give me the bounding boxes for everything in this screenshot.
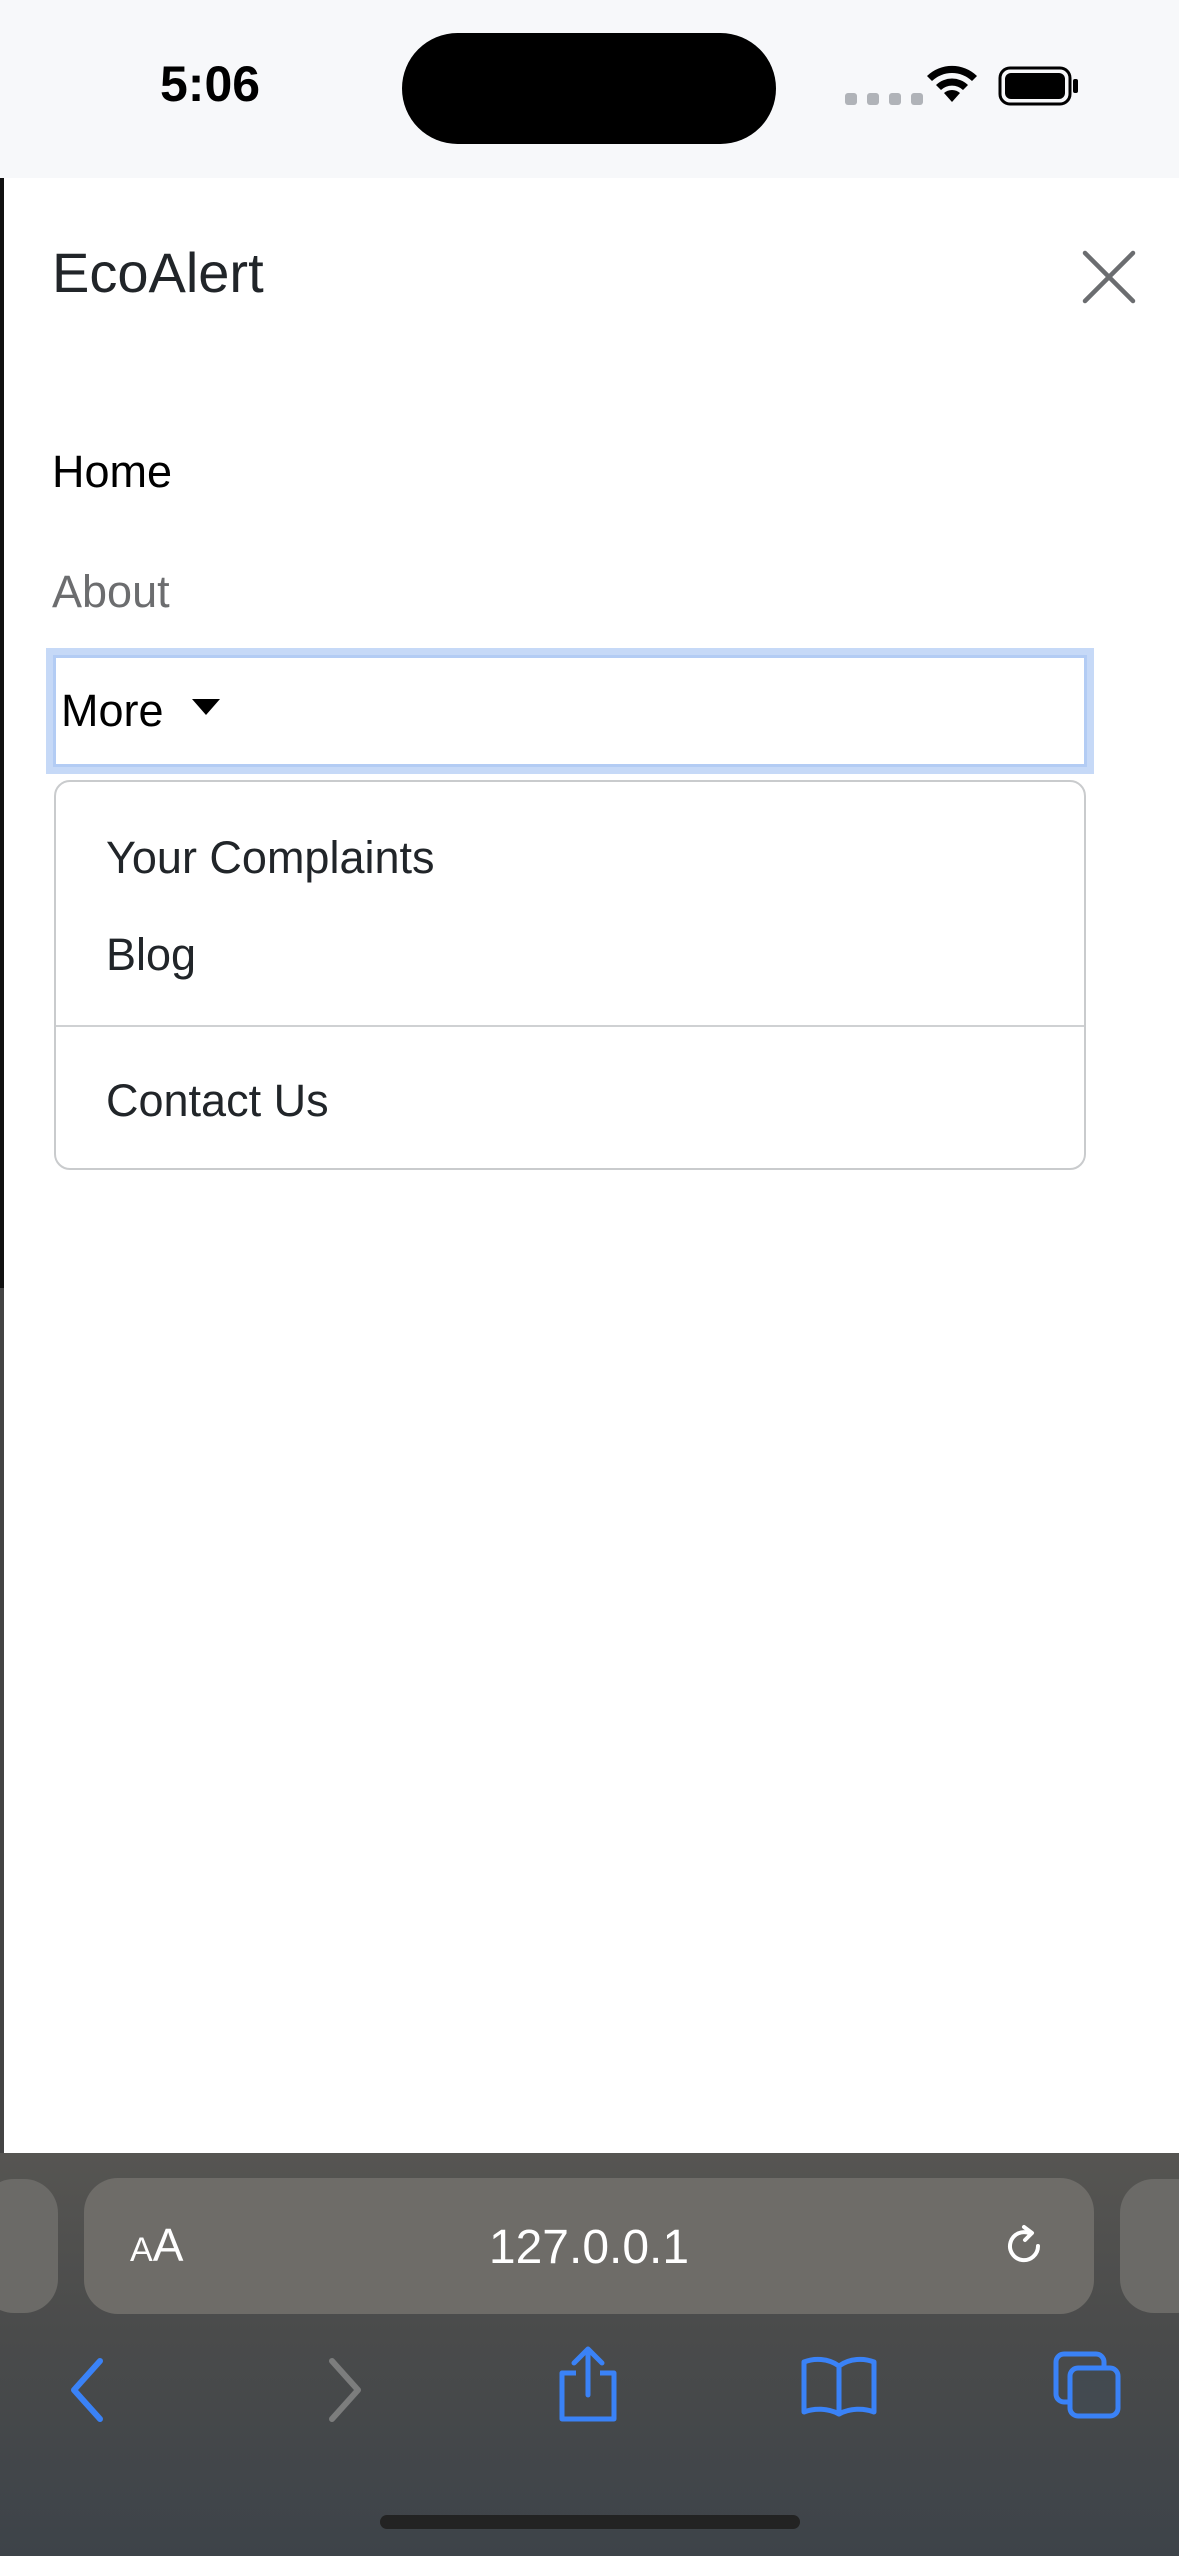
battery-icon xyxy=(998,66,1078,106)
status-bar: 5:06 xyxy=(0,0,1179,178)
wifi-icon xyxy=(927,65,977,102)
more-dropdown-menu: Your Complaints Blog Contact Us xyxy=(54,780,1086,1170)
close-button[interactable] xyxy=(1074,242,1144,312)
dropdown-item-your-complaints[interactable]: Your Complaints xyxy=(106,832,435,884)
reload-icon[interactable] xyxy=(998,2220,1050,2272)
address-bar[interactable]: AA 127.0.0.1 xyxy=(84,2178,1094,2314)
dynamic-island xyxy=(402,33,776,144)
close-icon xyxy=(1082,250,1136,304)
caret-down-icon xyxy=(191,699,220,715)
url-text: 127.0.0.1 xyxy=(488,2221,690,2274)
cellular-signal-icon xyxy=(845,93,923,105)
previous-tab-preview[interactable] xyxy=(0,2179,58,2313)
nav-more-dropdown-toggle[interactable]: More xyxy=(46,648,1094,774)
bookmarks-book-icon[interactable] xyxy=(800,2354,878,2418)
screen: 5:06 EcoAlert Home About More Your Compl… xyxy=(0,0,1179,2556)
next-tab-preview[interactable] xyxy=(1120,2179,1179,2313)
share-icon[interactable] xyxy=(552,2345,624,2425)
nav-more-label: More xyxy=(61,685,164,736)
home-indicator xyxy=(380,2515,800,2529)
tabs-icon[interactable] xyxy=(1052,2350,1124,2422)
forward-chevron-right-icon[interactable] xyxy=(318,2345,370,2435)
dropdown-item-blog[interactable]: Blog xyxy=(106,929,196,981)
nav-home-link[interactable]: Home xyxy=(52,446,172,498)
nav-about-link[interactable]: About xyxy=(52,566,170,618)
dropdown-item-contact-us[interactable]: Contact Us xyxy=(106,1075,329,1127)
brand-title[interactable]: EcoAlert xyxy=(52,240,264,305)
status-time: 5:06 xyxy=(160,56,261,112)
offcanvas-menu: EcoAlert Home About More Your Complaints… xyxy=(4,178,1179,2153)
back-chevron-left-icon[interactable] xyxy=(62,2345,114,2435)
dropdown-divider xyxy=(56,1025,1084,1027)
